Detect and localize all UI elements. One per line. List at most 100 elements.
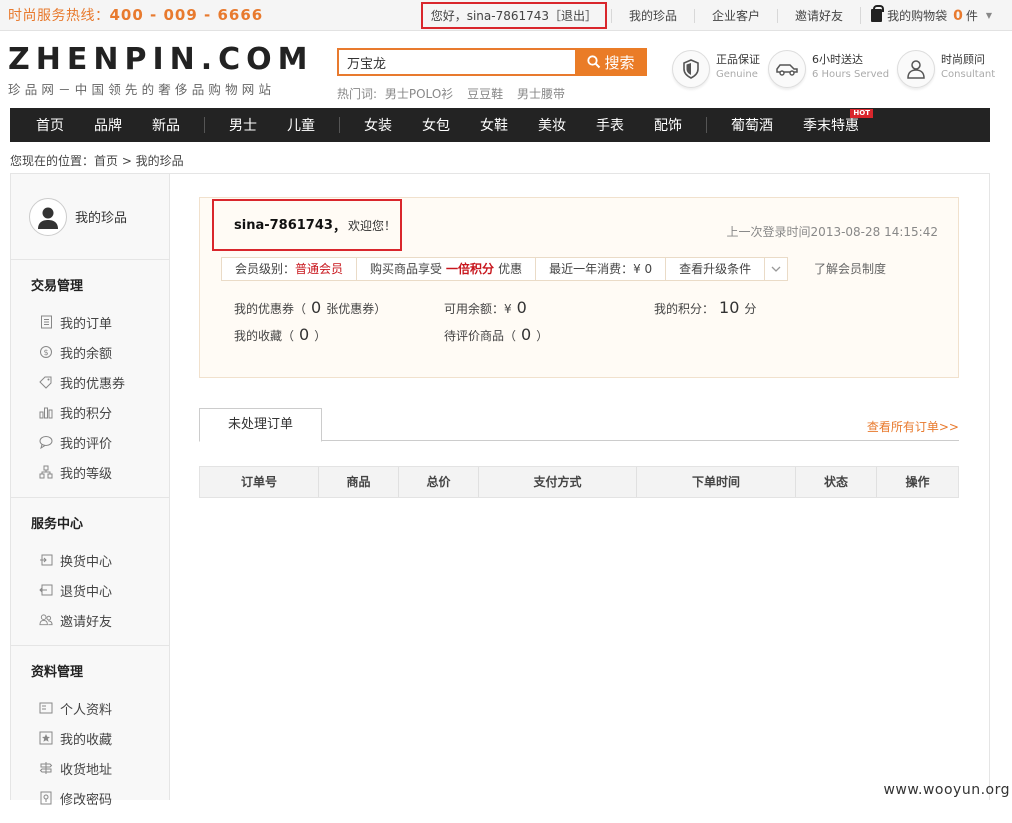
user-greeting[interactable]: 您好，sina-7861743［退出］ [420, 2, 608, 29]
level-icon [39, 465, 53, 479]
nav-item-season-sale[interactable]: 季末特惠 HOT [788, 109, 881, 135]
top-links: 您好，sina-7861743［退出］ 我的珍品 企业客户 邀请好友 我的购物袋… [420, 0, 1012, 31]
sidebar-item-balance[interactable]: $ 我的余额 [11, 337, 169, 367]
last-login-time: 上一次登录时间2013-08-28 14:15:42 [726, 225, 938, 239]
svg-text:$: $ [43, 348, 48, 357]
sidebar-item-profile[interactable]: 个人资料 [11, 693, 169, 723]
site-logo[interactable]: ZHENPIN.COM 珍品网－中国领先的奢侈品购物网站 [8, 44, 314, 98]
upgrade-dropdown-toggle[interactable] [765, 258, 787, 280]
column-header: 下单时间 [637, 467, 796, 497]
tag-icon [39, 376, 52, 389]
shopping-bag-icon [871, 5, 885, 22]
nav-item-home[interactable]: 首页 [21, 115, 79, 135]
sidebar-item-address[interactable]: 收货地址 [11, 753, 169, 783]
sidebar-item-orders[interactable]: 我的订单 [11, 307, 169, 337]
welcome-panel: sina-7861743，欢迎您！ 上一次登录时间2013-08-28 14:1… [199, 197, 959, 378]
users-icon [39, 614, 53, 626]
view-all-orders-link[interactable]: 查看所有订单>> [867, 418, 959, 435]
sidebar-section-trade: 交易管理 我的订单 $ 我的余额 我的优惠券 我的积分 我的评价 我的等级 [11, 260, 169, 498]
hot-words: 热门词: 男士POLO衫 豆豆鞋 男士腰带 [337, 87, 565, 101]
column-header: 总价 [399, 467, 479, 497]
sidebar-item-exchange[interactable]: 换货中心 [11, 545, 169, 575]
sidebar-item-level[interactable]: 我的等级 [11, 457, 169, 487]
column-header: 订单号 [200, 467, 319, 497]
sidebar-item-invite[interactable]: 邀请好友 [11, 605, 169, 635]
nav-item-brands[interactable]: 品牌 [79, 115, 137, 135]
tab-pending-orders[interactable]: 未处理订单 [199, 408, 322, 442]
return-icon [39, 584, 53, 596]
service-genuine: 正品保证 Genuine [672, 50, 760, 88]
cart-count: 0 [953, 7, 963, 24]
watermark: www.wooyun.org [883, 782, 1010, 798]
nav-item-wine[interactable]: 葡萄酒 [716, 115, 788, 135]
nav-divider [339, 117, 340, 133]
sidebar-section-service: 服务中心 换货中心 退货中心 邀请好友 [11, 498, 169, 646]
service-hotline: 时尚服务热线：400 - 009 - 6666 [8, 6, 264, 24]
account-main: sina-7861743，欢迎您！ 上一次登录时间2013-08-28 14:1… [170, 173, 990, 800]
nav-item-new[interactable]: 新品 [137, 115, 195, 135]
nav-item-women-bags[interactable]: 女包 [407, 115, 465, 135]
hot-word[interactable]: 男士POLO衫 [385, 87, 453, 101]
membership-rules-link[interactable]: 了解会员制度 [814, 260, 886, 277]
sidebar-user[interactable]: 我的珍品 [11, 174, 169, 260]
search-button[interactable]: 搜索 [575, 48, 647, 76]
hot-word[interactable]: 男士腰带 [517, 87, 565, 101]
id-card-icon [39, 702, 53, 714]
nav-item-men[interactable]: 男士 [214, 115, 272, 135]
breadcrumb: 您现在的位置：首页 > 我的珍品 [10, 154, 184, 168]
lock-icon [40, 791, 52, 805]
sidebar-item-favorites[interactable]: 我的收藏 [11, 723, 169, 753]
sidebar-item-coupons[interactable]: 我的优惠券 [11, 367, 169, 397]
top-link-invite[interactable]: 邀请好友 [777, 8, 860, 23]
upgrade-conditions-link[interactable]: 查看升级条件 [666, 258, 766, 280]
shield-icon [683, 59, 699, 79]
person-icon [907, 60, 925, 79]
stat-pending-reviews[interactable]: 待评价商品（ 0） [444, 325, 548, 344]
coin-icon: $ [40, 346, 52, 358]
shopping-bag[interactable]: 我的购物袋 0 件 ▼ [860, 5, 1012, 24]
hot-word[interactable]: 豆豆鞋 [467, 87, 503, 101]
exchange-icon [40, 554, 53, 566]
nav-item-kids[interactable]: 儿童 [272, 115, 330, 135]
sidebar-section-profile: 资料管理 个人资料 我的收藏 收货地址 修改密码 [11, 646, 169, 823]
nav-item-women-clothing[interactable]: 女装 [349, 115, 407, 135]
hot-badge: HOT [850, 109, 873, 118]
stat-favorites[interactable]: 我的收藏（ 0） [234, 325, 326, 344]
sidebar-item-password[interactable]: 修改密码 [11, 783, 169, 813]
nav-divider [706, 117, 707, 133]
service-delivery: 6小时送达 6 Hours Served [768, 50, 889, 88]
star-icon [39, 731, 53, 745]
stat-coupons[interactable]: 我的优惠券（ 0 张优惠券） [234, 298, 386, 317]
stat-points[interactable]: 我的积分： 10 分 [654, 298, 756, 317]
avatar [29, 197, 67, 236]
nav-item-beauty[interactable]: 美妆 [523, 115, 581, 135]
column-header: 商品 [319, 467, 399, 497]
search-input[interactable] [337, 48, 575, 76]
service-badges: 正品保证 Genuine 6小时送达 6 Hours Served 时尚顾问 Cons… [672, 50, 1003, 88]
sidebar-item-reviews[interactable]: 我的评价 [11, 427, 169, 457]
membership-row: 会员级别：普通会员 购买商品享受 一倍积分 优惠 最近一年消费：¥ 0 查看升级条件 [221, 257, 789, 281]
search-icon [587, 55, 601, 69]
order-tabs: 未处理订单 查看所有订单>> [199, 408, 959, 442]
comment-icon [39, 436, 53, 449]
column-header: 支付方式 [479, 467, 637, 497]
sidebar-item-returns[interactable]: 退货中心 [11, 575, 169, 605]
service-consultant: 时尚顾问 Consultant [897, 50, 995, 88]
search-area: 搜索 热门词: 男士POLO衫 豆豆鞋 男士腰带 [337, 48, 647, 102]
nav-item-accessories[interactable]: 配饰 [639, 115, 697, 135]
nav-item-watches[interactable]: 手表 [581, 115, 639, 135]
stat-balance[interactable]: 可用余额：¥ 0 [444, 298, 532, 317]
top-link-my-zhenpin[interactable]: 我的珍品 [611, 8, 694, 23]
document-icon [40, 315, 52, 329]
chevron-down-icon [771, 266, 781, 272]
user-avatar-icon [38, 207, 58, 229]
nav-divider [204, 117, 205, 133]
member-level: 会员级别：普通会员 [222, 258, 358, 280]
sidebar-item-points[interactable]: 我的积分 [11, 397, 169, 427]
top-bar: 时尚服务热线：400 - 009 - 6666 您好，sina-7861743［… [0, 0, 1012, 31]
top-link-enterprise[interactable]: 企业客户 [694, 8, 777, 23]
member-privilege: 购买商品享受 一倍积分 优惠 [357, 258, 537, 280]
signpost-icon [39, 762, 53, 774]
year-spending: 最近一年消费：¥ 0 [536, 258, 667, 280]
nav-item-women-shoes[interactable]: 女鞋 [465, 115, 523, 135]
